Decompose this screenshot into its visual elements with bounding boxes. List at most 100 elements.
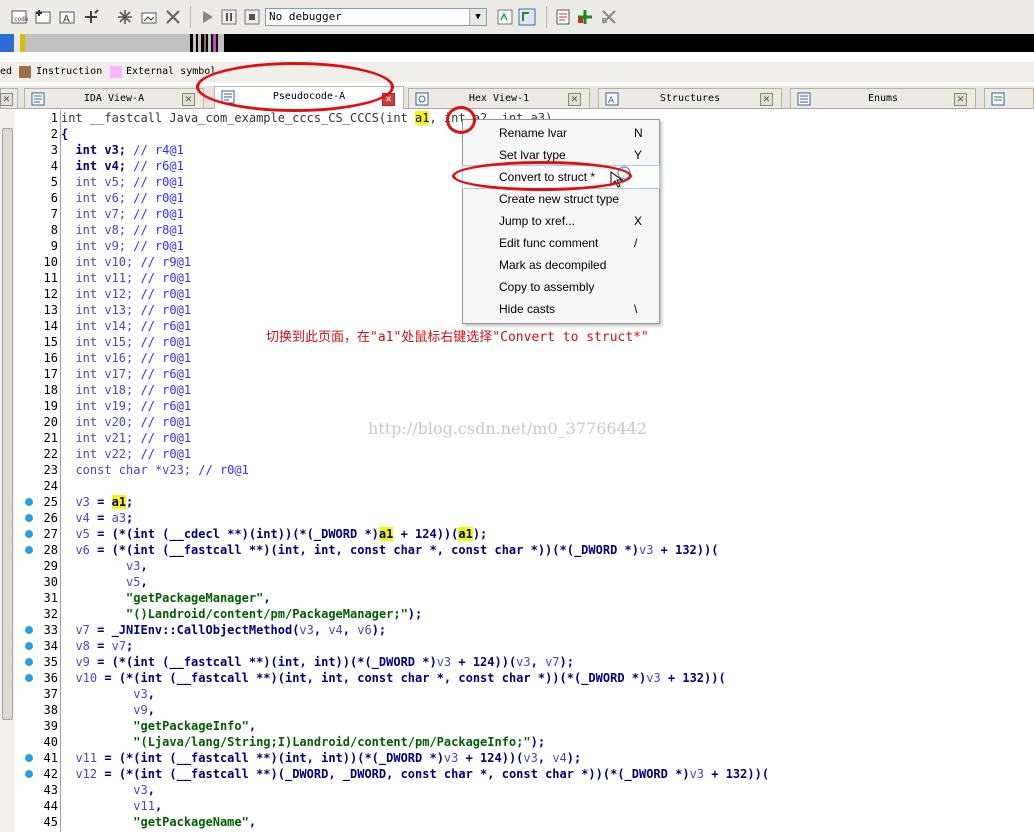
- code-line[interactable]: v5,: [61, 574, 148, 590]
- close-icon[interactable]: [164, 8, 182, 26]
- tab-hex-view-1[interactable]: Hex View-1 ✕: [408, 88, 590, 108]
- code-line[interactable]: int v6; // r0@1: [61, 190, 183, 206]
- attach-icon[interactable]: [518, 8, 536, 26]
- code-line[interactable]: int v11; // r0@1: [61, 270, 191, 286]
- stop-icon[interactable]: [243, 8, 261, 26]
- code-icon[interactable]: code: [10, 8, 29, 26]
- code-line[interactable]: int v8; // r8@1: [61, 222, 183, 238]
- code-line[interactable]: v4 = a3;: [61, 510, 133, 526]
- code-line[interactable]: int v14; // r6@1: [61, 318, 191, 334]
- code-line[interactable]: int v4; // r6@1: [61, 158, 183, 174]
- vertical-scrollbar[interactable]: [0, 110, 15, 832]
- menu-item-jump-to-xref[interactable]: Jump to xref... X: [463, 210, 659, 232]
- code-line[interactable]: int v16; // r0@1: [61, 350, 191, 366]
- breakpoint-dot-icon[interactable]: [25, 770, 33, 778]
- code-line[interactable]: int v21; // r0@1: [61, 430, 191, 446]
- code-line[interactable]: "getPackageName",: [61, 814, 256, 830]
- code-line[interactable]: v5 = (*(int (__cdecl **)(int))(*(_DWORD …: [61, 526, 487, 542]
- code-line[interactable]: v3 = a1;: [61, 494, 133, 510]
- line-number: 22: [43, 447, 58, 461]
- close-icon[interactable]: ✕: [568, 93, 581, 106]
- play-icon[interactable]: [198, 8, 216, 26]
- breakpoint-dot-icon[interactable]: [25, 546, 33, 554]
- text-icon[interactable]: A: [58, 8, 76, 26]
- code-line[interactable]: int v13; // r0@1: [61, 302, 191, 318]
- breakpoint-dot-icon[interactable]: [25, 626, 33, 634]
- image-icon[interactable]: [140, 8, 158, 26]
- code-line[interactable]: v6 = (*(int (__fastcall **)(int, int, co…: [61, 542, 718, 558]
- code-line[interactable]: v12 = (*(int (__fastcall **)(_DWORD, _DW…: [61, 766, 769, 782]
- code-line[interactable]: int v7; // r0@1: [61, 206, 183, 222]
- menu-item-copy-to-assembly[interactable]: Copy to assembly: [463, 276, 659, 298]
- code-line[interactable]: "(Ljava/lang/String;I)Landroid/content/p…: [61, 734, 545, 750]
- code-line[interactable]: v8 = v7;: [61, 638, 133, 654]
- code-line[interactable]: int v20; // r0@1: [61, 414, 191, 430]
- trace-icon[interactable]: [496, 8, 514, 26]
- star-icon[interactable]: [116, 8, 134, 26]
- debugger-select[interactable]: No debugger ▼: [265, 8, 487, 26]
- arrows-icon[interactable]: [82, 8, 100, 26]
- close-icon[interactable]: ✕: [182, 93, 195, 106]
- tab-close-left[interactable]: ✕: [0, 88, 18, 108]
- code-line[interactable]: v11,: [61, 798, 162, 814]
- plus-icon[interactable]: [576, 8, 594, 26]
- tab-structures[interactable]: A Structures ✕: [598, 88, 782, 108]
- code-line[interactable]: v3,: [61, 782, 155, 798]
- list-icon[interactable]: [554, 8, 572, 26]
- breakpoint-dot-icon[interactable]: [25, 642, 33, 650]
- breakpoint-dot-icon[interactable]: [25, 530, 33, 538]
- line-number: 29: [43, 559, 58, 573]
- code-line[interactable]: int v17; // r6@1: [61, 366, 191, 382]
- line-number: 17: [43, 367, 58, 381]
- code-line[interactable]: int v19; // r6@1: [61, 398, 191, 414]
- navigation-band[interactable]: [0, 34, 1034, 52]
- code-line[interactable]: v10 = (*(int (__fastcall **)(int, int, c…: [61, 670, 725, 686]
- breakpoint-dot-icon[interactable]: [25, 658, 33, 666]
- code-line[interactable]: [61, 478, 68, 494]
- menu-item-hide-casts[interactable]: Hide casts \: [463, 298, 659, 320]
- line-number: 34: [43, 639, 58, 653]
- tab-label: Enums: [867, 93, 899, 104]
- close-icon[interactable]: ✕: [0, 93, 13, 106]
- menu-item-mark-as-decompiled[interactable]: Mark as decompiled: [463, 254, 659, 276]
- menu-item-edit-func-comment[interactable]: Edit func comment /: [463, 232, 659, 254]
- line-number: 32: [43, 607, 58, 621]
- code-line[interactable]: {: [61, 126, 68, 142]
- breakpoint-dot-icon[interactable]: [25, 498, 33, 506]
- code-line[interactable]: int v9; // r0@1: [61, 238, 183, 254]
- pause-icon[interactable]: [220, 8, 238, 26]
- menu-item-create-new-struct-type[interactable]: Create new struct type: [463, 188, 659, 210]
- code-line[interactable]: v3,: [61, 686, 155, 702]
- scrollbar-thumb[interactable]: [2, 128, 13, 720]
- code-line[interactable]: v3,: [61, 558, 148, 574]
- code-line[interactable]: int v22; // r0@1: [61, 446, 191, 462]
- add-icon[interactable]: [34, 8, 52, 26]
- breakpoint-dot-icon[interactable]: [25, 674, 33, 682]
- tab-more[interactable]: [984, 88, 1034, 108]
- close-icon[interactable]: ✕: [760, 93, 773, 106]
- code-line[interactable]: int v18; // r0@1: [61, 382, 191, 398]
- code-line[interactable]: v9,: [61, 702, 155, 718]
- line-number: 4: [50, 159, 58, 173]
- tab-ida-view-a[interactable]: IDA View-A ✕: [24, 88, 204, 108]
- close-icon[interactable]: ✕: [954, 93, 967, 106]
- code-line[interactable]: v9 = (*(int (__fastcall **)(int, int))(*…: [61, 654, 574, 670]
- menu-item-label: Jump to xref...: [499, 214, 576, 228]
- code-line[interactable]: "()Landroid/content/pm/PackageManager;")…: [61, 606, 422, 622]
- breakpoint-dot-icon[interactable]: [25, 514, 33, 522]
- code-line[interactable]: v7 = _JNIEnv::CallObjectMethod(v3, v4, v…: [61, 622, 386, 638]
- code-line[interactable]: int v12; // r0@1: [61, 286, 191, 302]
- chevron-down-icon[interactable]: ▼: [469, 9, 486, 25]
- tab-enums[interactable]: Enums ✕: [790, 88, 976, 108]
- menu-item-rename-lvar[interactable]: Rename lvar N: [463, 122, 659, 144]
- code-line[interactable]: v11 = (*(int (__fastcall **)(int, int))(…: [61, 750, 581, 766]
- code-line[interactable]: int v5; // r0@1: [61, 174, 183, 190]
- code-line[interactable]: int v3; // r4@1: [61, 142, 183, 158]
- code-line[interactable]: int v10; // r9@1: [61, 254, 191, 270]
- code-line[interactable]: const char *v23; // r0@1: [61, 462, 248, 478]
- code-line[interactable]: int v15; // r0@1: [61, 334, 191, 350]
- code-line[interactable]: "getPackageManager",: [61, 590, 271, 606]
- remove-icon[interactable]: [600, 8, 618, 26]
- breakpoint-dot-icon[interactable]: [25, 754, 33, 762]
- code-line[interactable]: "getPackageInfo",: [61, 718, 256, 734]
